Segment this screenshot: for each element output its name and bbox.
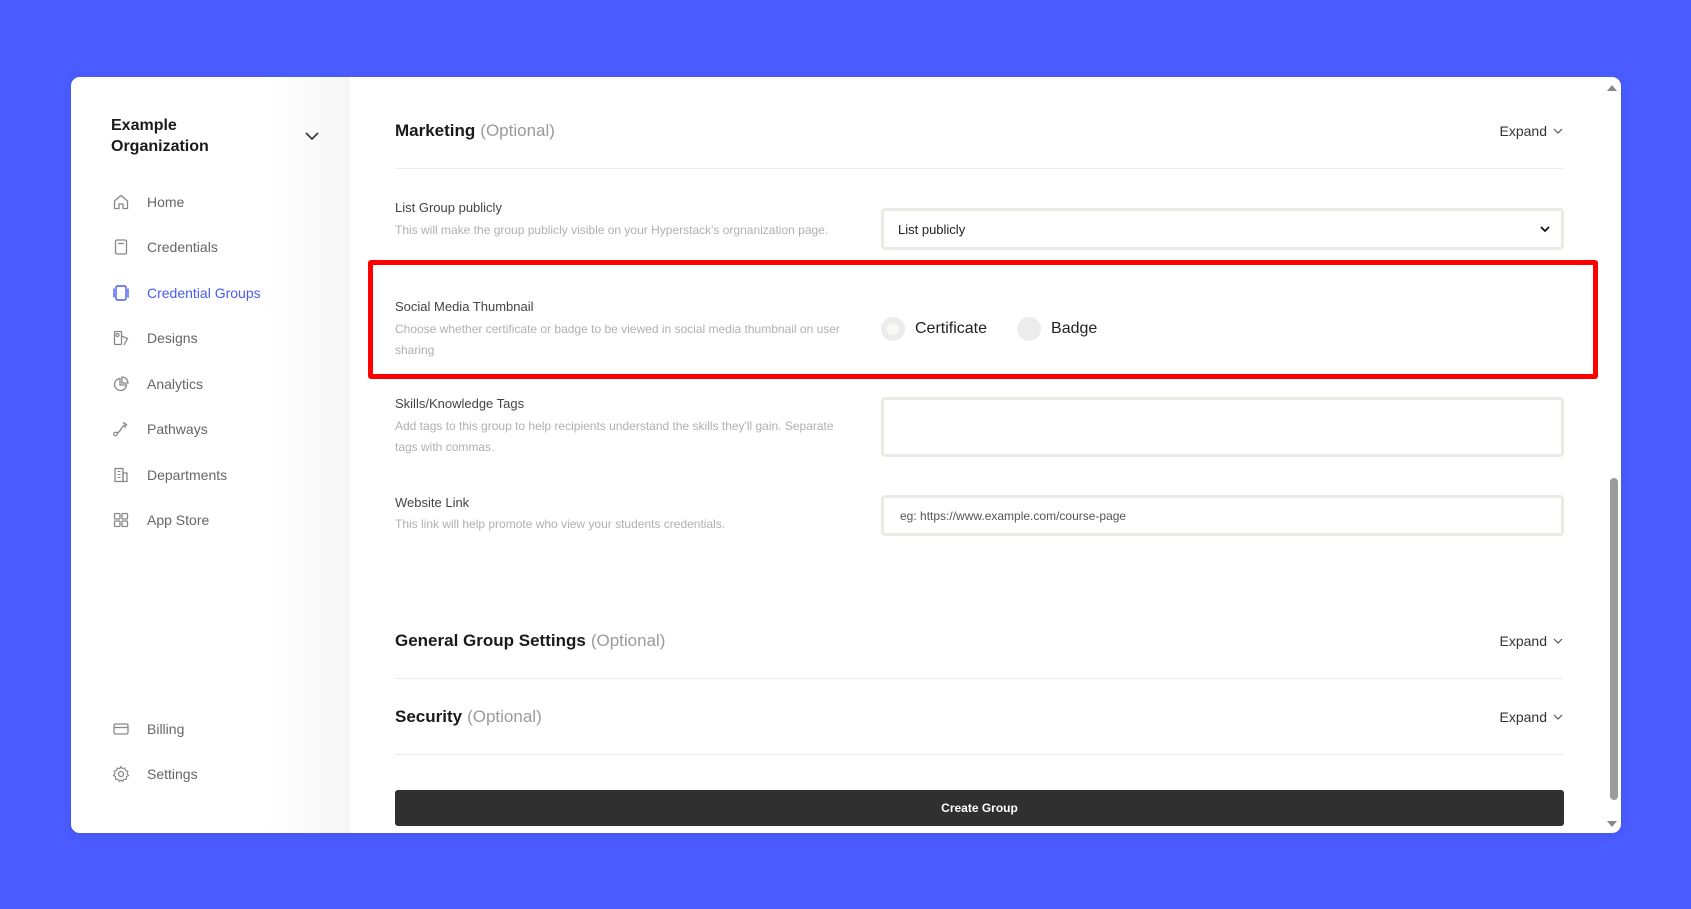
scrollbar-thumb[interactable] xyxy=(1610,478,1618,800)
sidebar: Example Organization Home Credentials Cr… xyxy=(71,77,350,833)
section-optional-tag: (Optional) xyxy=(480,120,555,140)
expand-button[interactable]: Expand xyxy=(1500,123,1563,139)
expand-label: Expand xyxy=(1499,632,1547,649)
expand-button[interactable]: Expand xyxy=(1500,709,1563,725)
radio-label: Certificate xyxy=(915,320,988,337)
org-switcher[interactable]: Example Organization xyxy=(111,115,319,157)
sidebar-item-label: Departments xyxy=(147,466,228,483)
field-label: Website Link xyxy=(395,495,470,510)
field-label: Skills/Knowledge Tags xyxy=(395,396,525,411)
section-title-text: Marketing xyxy=(395,120,476,140)
chevron-down-icon xyxy=(1553,714,1563,720)
sidebar-item-label: Analytics xyxy=(147,375,204,392)
departments-icon xyxy=(111,465,131,485)
sidebar-item-label: Credential Groups xyxy=(147,284,261,301)
section-title: Marketing (Optional) xyxy=(395,121,555,141)
chevron-down-icon xyxy=(1540,226,1550,233)
sidebar-item-designs[interactable]: Designs xyxy=(111,316,261,362)
analytics-icon xyxy=(111,374,131,394)
expand-label: Expand xyxy=(1499,708,1547,725)
section-security-header: Security (Optional) Expand xyxy=(395,679,1563,755)
section-title-text: Security xyxy=(395,706,463,726)
field-label: List Group publicly xyxy=(395,200,502,215)
credential-icon xyxy=(111,237,131,257)
sidebar-item-settings[interactable]: Settings xyxy=(111,752,198,798)
pathways-icon xyxy=(111,419,131,439)
sidebar-bottom-nav: Billing Settings xyxy=(111,706,198,797)
section-optional-tag: (Optional) xyxy=(590,630,666,650)
sidebar-item-credential-groups[interactable]: Credential Groups xyxy=(111,270,261,316)
sidebar-item-label: Settings xyxy=(147,766,198,783)
home-icon xyxy=(111,192,131,212)
chevron-down-icon xyxy=(1553,638,1563,644)
section-title: General Group Settings (Optional) xyxy=(395,631,665,651)
radio-badge[interactable]: Badge xyxy=(1017,317,1097,341)
thumbnail-radio-group: Certificate Badge xyxy=(881,317,1127,341)
section-title: Security (Optional) xyxy=(395,707,542,727)
section-general-header: General Group Settings (Optional) Expand xyxy=(395,603,1563,679)
field-description: Add tags to this group to help recipient… xyxy=(395,419,834,454)
radio-button[interactable] xyxy=(1017,317,1042,341)
section-optional-tag: (Optional) xyxy=(467,706,542,726)
sidebar-item-label: Credentials xyxy=(147,239,218,256)
org-name: Example Organization xyxy=(111,117,209,155)
main-content: Marketing (Optional) Expand List Group pu… xyxy=(350,77,1621,833)
field-description: This will make the group publicly visibl… xyxy=(395,223,829,237)
radio-button[interactable] xyxy=(881,317,905,341)
sidebar-item-label: Pathways xyxy=(147,421,208,438)
sidebar-item-analytics[interactable]: Analytics xyxy=(111,361,261,407)
sidebar-item-billing[interactable]: Billing xyxy=(111,706,198,752)
sidebar-item-app-store[interactable]: App Store xyxy=(111,498,261,544)
list-publicly-select[interactable]: List publicly xyxy=(881,208,1564,250)
sidebar-item-label: Billing xyxy=(147,720,185,737)
create-group-button[interactable]: Create Group xyxy=(395,790,1564,826)
sidebar-item-credentials[interactable]: Credentials xyxy=(111,225,261,271)
scroll-up-arrow[interactable] xyxy=(1607,85,1617,91)
sidebar-item-home[interactable]: Home xyxy=(111,179,261,225)
sidebar-item-label: App Store xyxy=(147,512,210,529)
scroll-down-arrow[interactable] xyxy=(1607,821,1617,827)
chevron-down-icon xyxy=(1553,128,1563,134)
credential-groups-icon xyxy=(111,283,131,303)
section-marketing-header: Marketing (Optional) Expand xyxy=(395,93,1563,169)
designs-icon xyxy=(111,328,131,348)
section-title-text: General Group Settings xyxy=(395,630,586,650)
expand-label: Expand xyxy=(1499,122,1547,139)
radio-certificate[interactable]: Certificate xyxy=(881,317,987,341)
field-label: Social Media Thumbnail xyxy=(395,299,534,314)
sidebar-item-label: Designs xyxy=(147,330,198,347)
chevron-down-icon xyxy=(305,132,319,141)
website-link-input[interactable] xyxy=(881,495,1564,536)
radio-label: Badge xyxy=(1051,320,1098,337)
app-store-icon xyxy=(111,510,131,530)
skills-tags-input[interactable] xyxy=(881,397,1564,457)
field-description: This link will help promote who view you… xyxy=(395,517,726,531)
sidebar-item-departments[interactable]: Departments xyxy=(111,452,261,498)
select-value: List publicly xyxy=(898,221,966,237)
sidebar-item-pathways[interactable]: Pathways xyxy=(111,407,261,453)
app-window: Example Organization Home Credentials Cr… xyxy=(71,77,1621,833)
gear-icon xyxy=(111,764,131,784)
field-description: Choose whether certificate or badge to b… xyxy=(395,322,840,357)
billing-icon xyxy=(111,719,131,739)
sidebar-nav: Home Credentials Credential Groups Desig… xyxy=(111,179,261,543)
sidebar-item-label: Home xyxy=(147,193,185,210)
expand-button[interactable]: Expand xyxy=(1500,633,1563,649)
